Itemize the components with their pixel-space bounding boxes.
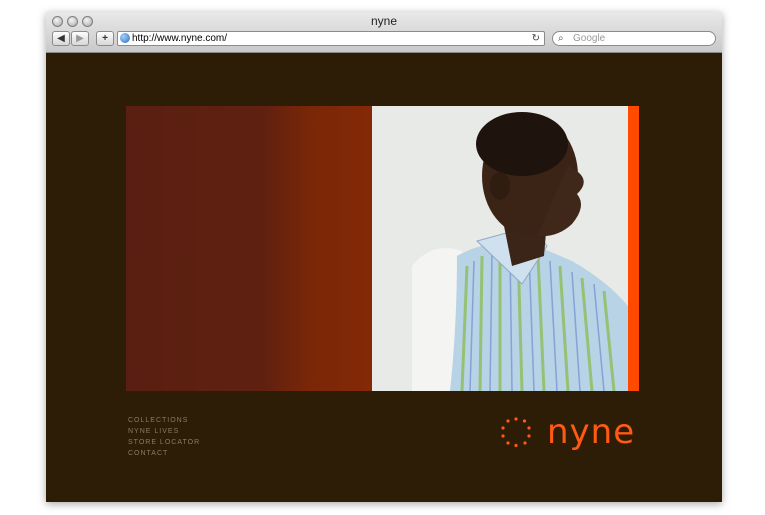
address-bar[interactable]: http://www.nyne.com/ ↻ — [117, 31, 545, 46]
url-text[interactable]: http://www.nyne.com/ — [132, 32, 227, 45]
dotted-circle-logo-icon — [501, 417, 531, 448]
forward-button[interactable]: ▶ — [71, 31, 89, 46]
hero-photo — [372, 106, 628, 391]
nav-contact[interactable]: CONTACT — [128, 448, 200, 459]
search-placeholder: Google — [573, 33, 606, 44]
window-title: nyne — [370, 14, 398, 28]
man-portrait-image — [372, 106, 628, 391]
forward-arrow-icon: ▶ — [76, 33, 84, 44]
nav-collections[interactable]: COLLECTIONS — [128, 415, 200, 426]
accent-bar — [628, 106, 639, 391]
plus-icon: + — [102, 33, 108, 44]
reload-icon[interactable]: ↻ — [532, 32, 540, 45]
logo-wordmark: nyne — [547, 412, 636, 452]
title-bar: nyne ◀ ▶ + http://www.nyne.com/ ↻ ⌕ Goog… — [46, 12, 722, 53]
nyne-logo[interactable]: nyne — [500, 412, 650, 455]
back-arrow-icon: ◀ — [57, 33, 65, 44]
main-nav: COLLECTIONS NYNE LIVES STORE LOCATOR CON… — [128, 415, 200, 459]
page-content: COLLECTIONS NYNE LIVES STORE LOCATOR CON… — [46, 53, 722, 502]
hero-color-panel — [126, 106, 372, 391]
nav-store-locator[interactable]: STORE LOCATOR — [128, 437, 200, 448]
hero-banner — [126, 106, 639, 391]
search-field[interactable]: ⌕ Google — [552, 31, 716, 46]
nav-nyne-lives[interactable]: NYNE LIVES — [128, 426, 200, 437]
globe-icon — [120, 33, 130, 43]
back-button[interactable]: ◀ — [52, 31, 70, 46]
add-bookmark-button[interactable]: + — [96, 31, 114, 46]
search-icon: ⌕ — [558, 33, 564, 44]
browser-window: nyne ◀ ▶ + http://www.nyne.com/ ↻ ⌕ Goog… — [46, 12, 722, 502]
